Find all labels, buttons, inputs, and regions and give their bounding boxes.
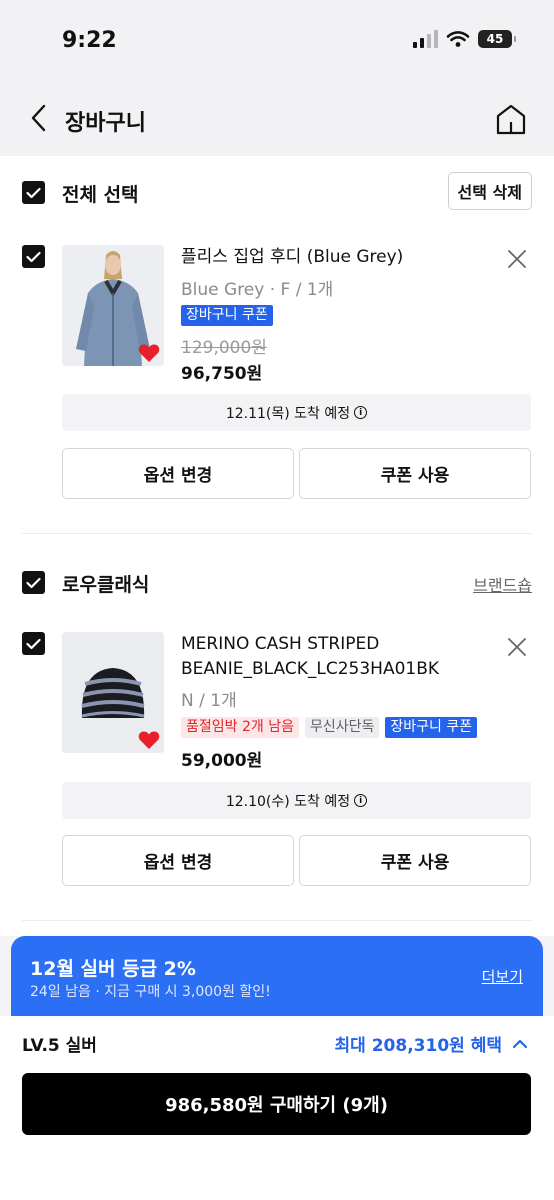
chevron-up-icon [512,1039,528,1048]
brand-shop-link[interactable]: 브랜드숍 [473,572,532,596]
badge-row: 품절임박 2개 남음 무신사단독 장바구니 쿠폰 [181,717,478,738]
remove-item-button[interactable] [506,636,528,658]
item-checkbox[interactable] [22,245,45,268]
cart-coupon-badge: 장바구니 쿠폰 [181,305,273,326]
home-button[interactable] [494,102,528,136]
battery-icon: 45 [478,30,516,48]
section-divider [22,920,532,921]
product-option: N / 1개 [181,691,237,711]
benefit-text: 최대 208,310원 혜택 [334,1036,502,1056]
purchase-button[interactable]: 986,580원 구매하기 (9개) [22,1073,531,1135]
brand-name: 로우클래식 [62,574,150,596]
brand-checkbox[interactable] [22,571,45,594]
info-icon[interactable]: i [354,794,368,807]
promo-more-link[interactable]: 더보기 [482,966,523,987]
change-option-button[interactable]: 옵션 변경 [62,835,294,886]
promo-subtitle: 24일 남음 · 지금 구매 시 3,000원 할인! [30,984,271,1000]
cart-coupon-badge: 장바구니 쿠폰 [385,717,478,738]
benefit-toggle[interactable]: 최대 208,310원 혜택 [335,1031,528,1056]
low-stock-badge: 품절임박 2개 남음 [181,717,299,738]
use-coupon-button[interactable]: 쿠폰 사용 [299,448,531,499]
product-image[interactable] [62,245,164,366]
original-price: 129,000원 [181,338,267,358]
delivery-estimate: 12.10(수) 도착 예정 i [62,782,531,819]
check-icon [26,251,41,262]
check-icon [26,638,41,649]
chevron-left-icon [31,104,46,132]
product-name[interactable]: 플리스 집업 후디 (Blue Grey) [181,245,403,270]
sale-price: 59,000원 [181,751,263,771]
checkout-bar: LV.5 실버 최대 208,310원 혜택 986,580원 구매하기 (9개… [0,1016,554,1200]
check-icon [26,187,41,198]
delivery-text: 12.10(수) 도착 예정 [225,793,351,810]
check-icon [26,577,41,588]
product-name-line1[interactable]: MERINO CASH STRIPED [181,632,379,657]
use-coupon-button[interactable]: 쿠폰 사용 [299,835,531,886]
select-all-label: 전체 선택 [62,184,139,206]
close-icon [508,638,526,656]
back-button[interactable] [24,102,54,134]
nav-bar: 장바구니 [0,80,554,156]
home-icon [496,104,526,135]
section-divider [22,533,532,534]
product-option: Blue Grey · F / 1개 [181,280,334,300]
status-bar: 9:22 45 [0,0,554,80]
cart-list: 전체 선택 선택 삭제 플리스 집업 후디 (Blue Grey) Blue G… [0,156,554,936]
product-name-line2[interactable]: BEANIE_BLACK_LC253HA01BK [181,657,439,682]
status-icons: 45 [413,30,516,48]
delivery-text: 12.11(목) 도착 예정 [225,405,351,422]
product-image[interactable] [62,632,164,753]
member-level: LV.5 실버 [22,1036,97,1056]
info-icon[interactable]: i [354,406,368,419]
change-option-button[interactable]: 옵션 변경 [62,448,294,499]
sale-price: 96,750원 [181,364,263,384]
status-time: 9:22 [62,28,117,53]
wifi-icon [446,31,470,47]
exclusive-badge: 무신사단독 [304,717,380,738]
remove-item-button[interactable] [506,248,528,270]
delete-selected-button[interactable]: 선택 삭제 [447,172,532,210]
heart-icon[interactable] [138,730,160,750]
item-checkbox[interactable] [22,632,45,655]
page-title: 장바구니 [65,111,146,136]
close-icon [508,250,526,268]
battery-level: 45 [486,32,504,46]
delivery-estimate: 12.11(목) 도착 예정 i [62,394,531,431]
select-all-checkbox[interactable] [22,181,45,204]
membership-promo-banner[interactable]: 12월 실버 등급 2% 24일 남음 · 지금 구매 시 3,000원 할인!… [11,936,543,1016]
signal-icon [413,30,438,48]
heart-icon[interactable] [138,343,160,363]
badge-row: 장바구니 쿠폰 [181,305,273,326]
promo-title: 12월 실버 등급 2% [30,958,196,980]
